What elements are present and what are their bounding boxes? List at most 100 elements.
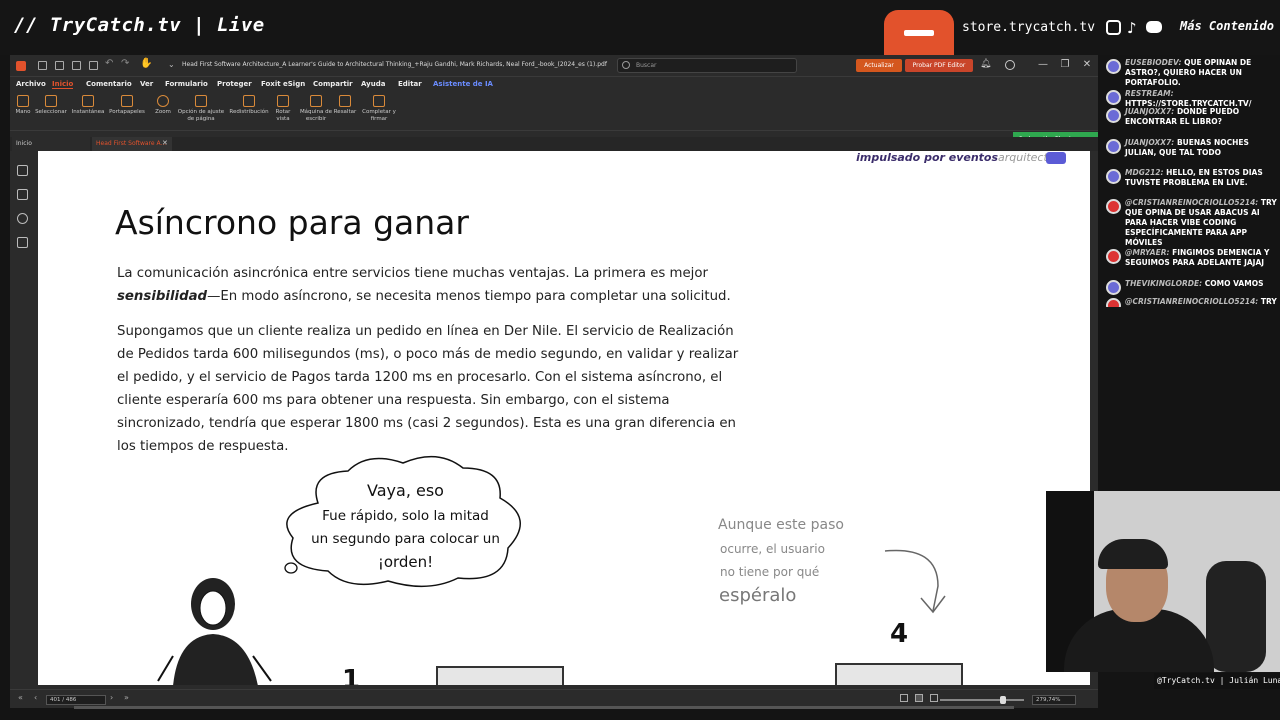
ai-assistant-icon[interactable] [1046,152,1066,164]
ribbon-highlight[interactable]: Resaltar [332,95,358,116]
chat-username: @CristianReinoCriollo5214: [1125,198,1259,207]
pdf-reader-window: ↶ ↷ ✋ ⌄ Head First Software Architecture… [10,55,1098,709]
ribbon-clipboard[interactable]: Portapapeles [107,95,147,116]
menu-formulario[interactable]: Formulario [165,80,208,88]
curved-arrow-icon [884,549,946,614]
chair [1206,561,1266,672]
new-doc-icon[interactable] [89,61,98,70]
ribbon-typewriter[interactable]: Máquina de escribir [299,95,333,123]
status-bar: « ‹ 401 / 486 › » 279,74% [10,689,1098,709]
snapshot-icon [82,95,94,107]
menu-ai-assistant[interactable]: Asistente de IA [433,80,493,88]
last-page-icon[interactable]: » [124,693,129,702]
ribbon-zoom[interactable]: Zoom [151,95,175,116]
account-icon[interactable] [1005,60,1015,70]
try-pdf-editor-button[interactable]: Probar PDF Editor [905,59,973,72]
foxit-app-icon[interactable] [16,61,26,71]
pages-icon[interactable] [17,189,28,200]
left-sidebar [10,151,38,689]
menu-ver[interactable]: Ver [140,80,153,88]
ribbon-rotate-view[interactable]: Rotar vista [272,95,294,123]
ribbon-hand[interactable]: Mano [12,95,34,116]
ribbon-select[interactable]: Seleccionar [34,95,68,116]
menu-compartir[interactable]: Compartir [313,80,353,88]
close-tab-icon[interactable]: ✕ [162,139,168,147]
chat-message: Eusebiodev: Que opinan de Astro?, quiero… [1106,58,1278,88]
chevron-down-icon[interactable]: ⌄ [168,60,175,69]
streamer-cap [1098,539,1168,569]
tab-home[interactable]: Inicio [12,137,90,151]
hand-icon [17,95,29,107]
ribbon-snapshot[interactable]: Instantánea [70,95,106,116]
shirt-logo [904,30,934,36]
bell-icon[interactable]: 🔔︎ [980,59,991,69]
document-title: Head First Software Architecture_A Learn… [182,61,607,68]
single-page-icon[interactable] [900,694,908,702]
hand-tool-icon[interactable]: ✋ [140,58,152,69]
menu-editar[interactable]: Editar [398,80,422,88]
pdf-page[interactable]: impulsado por eventosarquitectura Asíncr… [38,151,1090,685]
zoom-slider[interactable] [940,699,1024,701]
menu-inicio[interactable]: Inicio [52,80,74,89]
update-button[interactable]: Actualizar [856,59,902,72]
menu-bar: Archivo Inicio Comentario Ver Formulario… [10,77,1098,91]
twitch-avatar-icon [1106,139,1121,154]
chat-username: @mryaer: [1125,248,1170,257]
menu-comentario[interactable]: Comentario [86,80,132,88]
zoom-slider-handle[interactable] [1000,696,1006,704]
comments-icon[interactable] [17,213,28,224]
paragraph-1: La comunicación asincrónica entre servic… [117,266,731,304]
bookmark-icon[interactable] [17,165,28,176]
youtube-avatar-icon [1106,298,1121,307]
youtube-icon [1146,21,1162,33]
twitch-avatar-icon [1106,169,1121,184]
thought-bubble: Vaya, eso Fue rápido, solo la mitad un s… [278,453,533,593]
chat-username: mdg212: [1125,168,1164,177]
camera-credit: @TryCatch.tv | Julián Luna [1154,673,1280,689]
undo-icon[interactable]: ↶ [105,58,113,69]
chat-username: @CristianReinoCriollo5214: [1125,297,1259,306]
zoom-level-input[interactable]: 279,74% [1032,695,1076,705]
chat-username: restream: [1125,89,1174,98]
ribbon-fill-sign[interactable]: Completar y firmar [362,95,396,123]
search-input[interactable]: Buscar [617,58,797,73]
prev-page-icon[interactable]: ‹ [34,693,37,702]
horizontal-scrollbar[interactable] [74,706,1014,709]
next-page-icon[interactable]: › [110,693,113,702]
menu-archivo[interactable]: Archivo [16,80,46,88]
first-page-icon[interactable]: « [18,693,23,702]
page-number-input[interactable]: 401 / 486 [46,695,106,705]
more-content-label: Más Contenido [1180,19,1274,33]
chat-username: juanjoxx7: [1125,138,1175,147]
facing-page-icon[interactable] [930,694,938,702]
chat-message: TheVikingLorde: como vamos [1106,279,1278,295]
woman-illustration [157,578,272,685]
tab-document[interactable]: Head First Software A... [92,137,172,151]
ribbon-reflow[interactable]: Redistribución [227,95,271,116]
ribbon-page-fit[interactable]: Opción de ajuste de página [176,95,226,123]
search-icon [622,61,630,69]
open-file-icon[interactable] [38,61,47,70]
chat-message: @CristianReinoCriollo5214: try que opina… [1106,198,1278,248]
zoom-icon [157,95,169,107]
highlight-icon [339,95,351,107]
menu-ayuda[interactable]: Ayuda [361,80,385,88]
twitch-avatar-icon [1106,59,1121,74]
chat-message: juanjoxx7: buenas noches Julian, que tal… [1106,138,1278,158]
minimize-button[interactable]: — [1036,59,1050,70]
print-icon[interactable] [72,61,81,70]
restore-button[interactable]: ❐ [1058,59,1072,70]
menu-foxit-esign[interactable]: Foxit eSign [261,80,305,88]
twitch-avatar-icon [1106,90,1121,105]
bubble-lines: Fue rápido, solo la mitad un segundo par… [311,508,500,571]
attachments-icon[interactable] [17,237,28,248]
ribbon-toolbar: Mano Seleccionar Instantánea Portapapele… [10,91,1098,131]
menu-proteger[interactable]: Proteger [217,80,252,88]
close-button[interactable]: ✕ [1080,59,1094,70]
paragraph-2: Supongamos que un cliente realiza un ped… [117,324,739,454]
continuous-page-icon[interactable] [915,694,923,702]
save-icon[interactable] [55,61,64,70]
chat-username: TheVikingLorde: [1125,279,1203,288]
fill-sign-icon [373,95,385,107]
redo-icon[interactable]: ↷ [121,58,129,69]
